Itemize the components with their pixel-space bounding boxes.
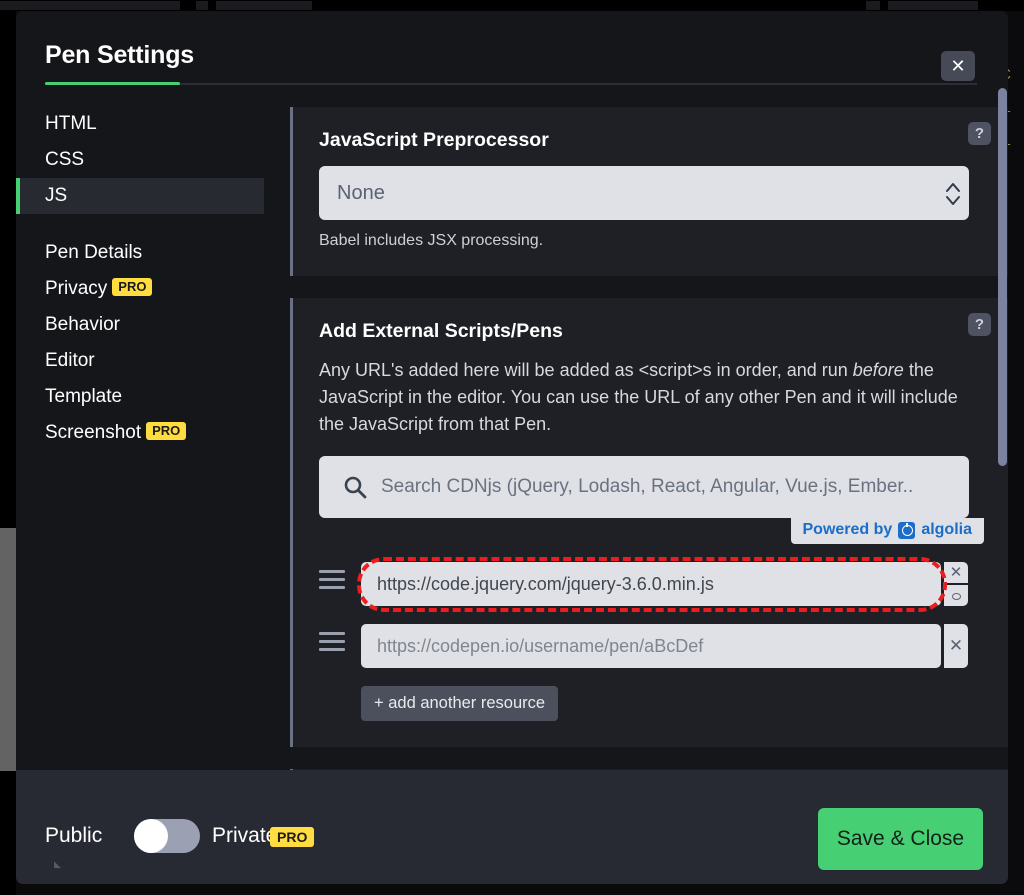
background-left-lower <box>0 771 16 895</box>
sidebar-item-label: Behavior <box>45 314 120 335</box>
settings-content: ? JavaScript Preprocessor None Babel inc… <box>290 107 1008 781</box>
description-emphasis: before <box>852 360 904 380</box>
panel-title: JavaScript Preprocessor <box>319 129 549 151</box>
background-topbar-chip <box>888 1 978 10</box>
content-scrollbar[interactable] <box>998 88 1007 466</box>
help-icon[interactable]: ? <box>968 122 991 145</box>
add-another-resource-button[interactable]: + add another resource <box>361 686 559 721</box>
resize-grip-icon[interactable]: ◣ <box>54 859 62 869</box>
algolia-attribution[interactable]: Powered by algolia <box>790 518 984 544</box>
background-left-upper <box>0 11 16 528</box>
sidebar-item-label: Editor <box>45 350 95 371</box>
pen-settings-modal: Pen Settings ✕ HTML CSS JS Pen Details P… <box>16 11 1008 884</box>
drag-handle-icon[interactable] <box>319 570 345 596</box>
sidebar-item-screenshot[interactable]: Screenshot PRO <box>16 415 264 451</box>
sidebar-item-label: HTML <box>45 113 97 134</box>
resource-row: ✕ <box>319 624 984 668</box>
sidebar-item-editor[interactable]: Editor <box>16 343 264 379</box>
pro-badge: PRO <box>270 827 315 847</box>
sidebar-item-css[interactable]: CSS <box>16 142 264 178</box>
sidebar-item-label: Screenshot <box>45 422 142 443</box>
title-divider <box>45 83 977 85</box>
background-topbar-chip <box>866 1 880 10</box>
background-topbar-chip <box>216 1 312 10</box>
background-topbar <box>0 0 1024 11</box>
public-label: Public <box>45 824 103 847</box>
background-topbar-chip <box>196 1 208 10</box>
sidebar-item-html[interactable]: HTML <box>16 106 264 142</box>
panel-description: Any URL's added here will be added as <s… <box>319 357 984 438</box>
background-topbar-chip <box>0 1 180 10</box>
algolia-powered-by-label: Powered by <box>802 521 893 538</box>
background-left-strip <box>0 528 16 771</box>
algolia-icon <box>898 521 916 539</box>
external-resource-input-1[interactable] <box>361 562 941 606</box>
external-scripts-panel: ? Add External Scripts/Pens Any URL's ad… <box>290 298 1008 747</box>
private-label: Private <box>212 824 278 847</box>
close-icon[interactable]: ✕ <box>941 51 975 81</box>
save-and-close-button[interactable]: Save & Close <box>818 808 983 870</box>
title-divider-accent <box>45 82 180 85</box>
page-title: Pen Settings <box>45 41 195 69</box>
visibility-toggle[interactable] <box>134 819 200 853</box>
remove-resource-icon[interactable]: ✕ <box>944 562 968 583</box>
sidebar-item-label: JS <box>45 185 68 206</box>
modal-footer: Public Private PRO Save & Close <box>16 770 1008 884</box>
remove-resource-icon[interactable]: ✕ <box>944 624 968 668</box>
preprocessor-note: Babel includes JSX processing. <box>319 232 544 249</box>
settings-sidebar: HTML CSS JS Pen Details Privacy PRO Behav… <box>16 106 264 451</box>
cdnjs-search-wrap: Powered by algolia <box>319 456 984 544</box>
help-icon[interactable]: ? <box>968 313 991 336</box>
sidebar-item-label: Privacy <box>45 278 108 299</box>
preprocessor-select-wrap: None <box>319 166 984 220</box>
sidebar-separator <box>16 214 264 235</box>
javascript-preprocessor-panel: ? JavaScript Preprocessor None Babel inc… <box>290 107 1008 276</box>
resource-row: ✕ <box>319 557 984 612</box>
toggle-resource-visibility-icon[interactable] <box>944 585 968 606</box>
search-icon <box>344 476 367 499</box>
drag-handle-icon[interactable] <box>319 632 345 658</box>
sidebar-item-label: CSS <box>45 149 85 170</box>
sidebar-item-js[interactable]: JS <box>16 178 264 214</box>
algolia-name-label: algolia <box>921 521 972 538</box>
modal-header: Pen Settings ✕ <box>16 11 1008 91</box>
sidebar-item-pen-details[interactable]: Pen Details <box>16 235 264 271</box>
description-part-1: Any URL's added here will be added as <s… <box>319 360 853 380</box>
sidebar-item-privacy[interactable]: Privacy PRO <box>16 271 264 307</box>
sidebar-item-label: Template <box>45 386 123 407</box>
cdnjs-search-input[interactable] <box>319 456 969 518</box>
sidebar-item-template[interactable]: Template <box>16 379 264 415</box>
sidebar-item-label: Pen Details <box>45 242 143 263</box>
sidebar-item-behavior[interactable]: Behavior <box>16 307 264 343</box>
preprocessor-select[interactable]: None <box>319 166 969 220</box>
external-resource-input-2[interactable] <box>361 624 941 668</box>
panel-title: Add External Scripts/Pens <box>319 320 563 342</box>
pro-badge: PRO <box>112 278 153 296</box>
pro-badge: PRO <box>146 422 187 440</box>
